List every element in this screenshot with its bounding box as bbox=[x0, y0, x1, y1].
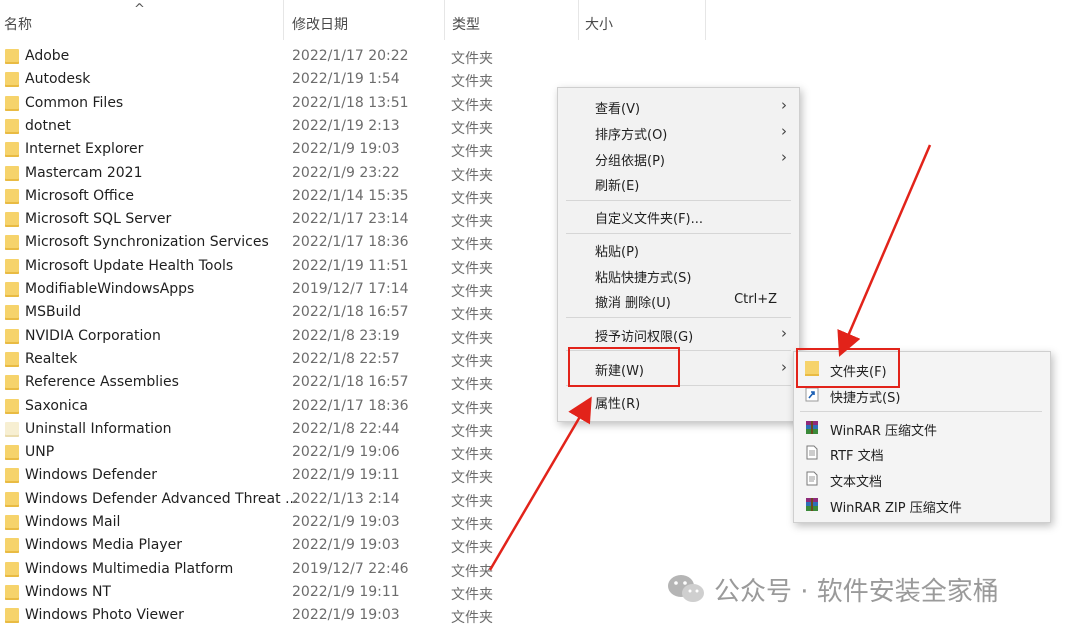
arrow-to-new bbox=[488, 396, 592, 571]
annotation-arrows bbox=[488, 144, 932, 571]
wechat-icon bbox=[668, 575, 704, 602]
watermark: 公众号 · 软件安装全家桶 bbox=[666, 569, 1056, 609]
arrow-to-folder bbox=[837, 144, 932, 357]
watermark-text: 公众号 · 软件安装全家桶 bbox=[714, 577, 999, 607]
